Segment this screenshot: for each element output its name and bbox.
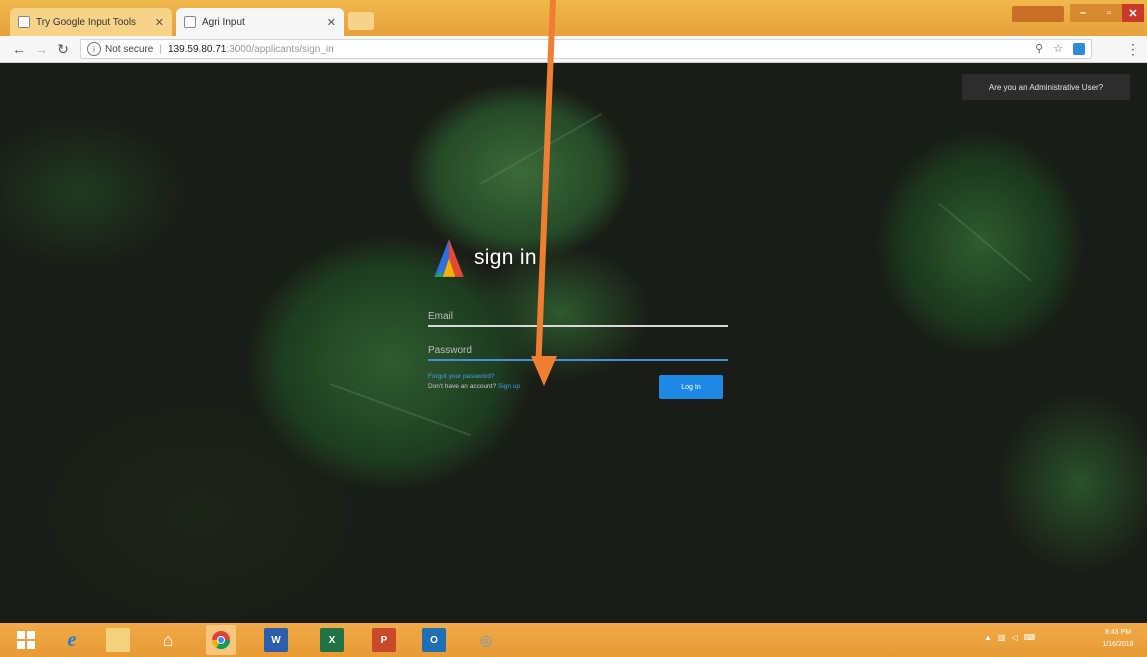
windows-start-icon[interactable] [14, 628, 38, 652]
forgot-password-link[interactable]: Forgot your password? [428, 373, 494, 380]
back-arrow-icon[interactable]: ← [10, 40, 28, 58]
url-host: 139.59.80.71 [167, 43, 227, 55]
email-input[interactable] [428, 311, 728, 325]
tab-agri-input[interactable]: Agri Input ✕ [176, 8, 344, 36]
maximize-window-button[interactable]: ▫ [1096, 4, 1122, 22]
background-leaf [480, 113, 603, 185]
brand-header: sign in [428, 237, 537, 279]
browser-toolbar: ← → ↻ i Not secure | 139.59.80.71 :3000/… [0, 36, 1147, 63]
background-leaf [938, 203, 1032, 282]
close-tab-icon[interactable]: ✕ [327, 16, 336, 29]
bookmark-star-icon[interactable]: ☆ [1053, 42, 1063, 55]
login-button[interactable]: Log In [659, 375, 723, 399]
tray-chevron-icon[interactable]: ▲ [984, 633, 992, 642]
password-underline [428, 359, 728, 361]
menu-kebab-icon[interactable]: ⋮ [1124, 40, 1142, 58]
zoom-icon[interactable]: ⚲ [1035, 42, 1043, 55]
excel-icon[interactable]: X [320, 628, 344, 652]
close-window-button[interactable]: ✕ [1122, 4, 1144, 22]
tab-title: Agri Input [202, 16, 245, 28]
internet-explorer-icon[interactable]: e [60, 628, 84, 652]
outlook-icon[interactable]: O [422, 628, 446, 652]
new-tab-button[interactable] [348, 12, 374, 30]
word-icon[interactable]: W [264, 628, 288, 652]
extension-icon[interactable] [1073, 43, 1085, 55]
chrome-icon[interactable] [206, 625, 236, 655]
page-title: sign in [474, 246, 537, 269]
address-bar[interactable]: i Not secure | 139.59.80.71 :3000/applic… [80, 39, 1092, 59]
tab-favicon-icon [18, 16, 30, 28]
system-tray: ▲ ▥ ◁ ⌨ [984, 633, 1035, 642]
info-icon[interactable]: i [87, 42, 101, 56]
profile-chip[interactable] [1012, 6, 1064, 22]
file-explorer-icon[interactable] [106, 628, 130, 652]
home-icon[interactable]: ⌂ [156, 628, 180, 652]
address-bar-actions: ⚲ ☆ [1035, 42, 1085, 55]
tab-google-input-tools[interactable]: Try Google Input Tools ✕ [10, 8, 172, 36]
password-field-wrapper [428, 340, 728, 361]
network-icon[interactable]: ▥ [998, 633, 1006, 642]
clock-date: 1/16/2018 [1102, 641, 1134, 648]
signup-prompt: Don't have an account? [428, 383, 497, 390]
password-input[interactable] [428, 345, 728, 359]
app-icon[interactable]: ◎ [474, 628, 498, 652]
clock-time: 8:43 PM [1104, 629, 1132, 636]
sign-in-page: Are you an Administrative User? sign in … [0, 63, 1147, 623]
keyboard-icon[interactable]: ⌨ [1024, 633, 1036, 642]
email-field-wrapper [428, 306, 728, 327]
address-separator: | [159, 43, 162, 55]
reload-icon[interactable]: ↻ [54, 40, 72, 58]
signup-link[interactable]: Sign up [498, 383, 520, 390]
close-tab-icon[interactable]: ✕ [155, 16, 164, 29]
email-underline [428, 325, 728, 327]
background-leaf [329, 383, 471, 437]
signup-prompt-row: Don't have an account? Sign up [428, 383, 520, 390]
tab-favicon-icon [184, 16, 196, 28]
taskbar-clock[interactable]: 8:43 PM 1/16/2018 [1092, 627, 1144, 651]
minimize-window-button[interactable]: – [1070, 4, 1096, 22]
agri-logo-icon [434, 239, 464, 277]
tab-title: Try Google Input Tools [36, 16, 137, 28]
forward-arrow-icon[interactable]: → [32, 40, 50, 58]
admin-user-button[interactable]: Are you an Administrative User? [962, 74, 1130, 100]
url-path: :3000/applicants/sign_in [226, 43, 334, 55]
windows-taskbar: e ⌂ W X P O ◎ ▲ ▥ ◁ ⌨ 8:43 PM 1/16/2018 [0, 623, 1147, 657]
volume-icon[interactable]: ◁ [1011, 633, 1017, 642]
security-label: Not secure [105, 43, 154, 55]
browser-tab-bar: Try Google Input Tools ✕ Agri Input ✕ – … [0, 0, 1147, 36]
powerpoint-icon[interactable]: P [372, 628, 396, 652]
